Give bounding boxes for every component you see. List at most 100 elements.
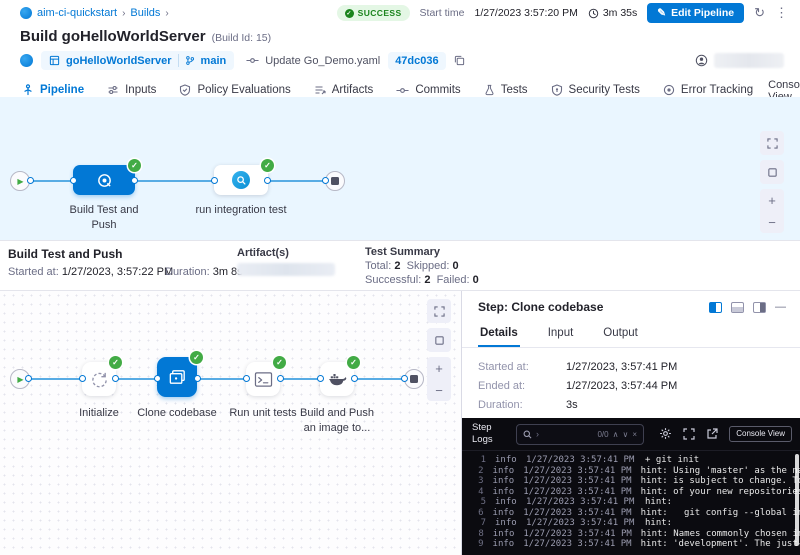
zoom-out-button[interactable]: −	[760, 211, 784, 233]
detail-label: Ended at:	[478, 377, 566, 396]
edge-dot	[264, 177, 271, 184]
detail-row: Ended at: 1/27/2023, 3:57:44 PM	[478, 377, 784, 396]
fullscreen-icon[interactable]	[760, 131, 784, 155]
fit-to-screen-icon[interactable]	[760, 160, 784, 184]
success-check-icon: ✓	[128, 159, 141, 172]
duration-label: Duration:	[165, 266, 210, 278]
edge-dot	[70, 177, 77, 184]
fullscreen-icon[interactable]	[427, 299, 451, 323]
test-summary: Test Summary Total: 2 Skipped: 0 Success…	[365, 245, 479, 287]
refresh-icon[interactable]: ↻	[754, 5, 765, 21]
commits-icon	[396, 86, 409, 95]
step-graph-canvas[interactable]: ▶ ✓ ✓ ✓	[0, 291, 462, 555]
user-name-redacted	[714, 53, 784, 68]
search-prompt: ›	[536, 429, 539, 439]
edge-dot	[27, 177, 34, 184]
tab-output[interactable]: Output	[601, 320, 640, 347]
failed-value: 0	[473, 274, 479, 286]
edge	[197, 378, 248, 380]
success-check-icon: ✓	[347, 356, 360, 369]
stop-icon	[331, 177, 339, 185]
log-lines[interactable]: 1info1/27/2023 3:57:41 PM+ git init 2inf…	[462, 451, 800, 550]
edge-dot	[131, 177, 138, 184]
started-at-value: 1/27/2023, 3:57:22 PM	[62, 266, 173, 278]
log-line: 9info1/27/2023 3:57:41 PMhint: 'developm…	[476, 539, 800, 550]
step-node-clone-codebase[interactable]: ✓	[157, 357, 197, 397]
log-line: 3info1/27/2023 3:57:41 PMhint: is subjec…	[476, 476, 800, 487]
console-view-button[interactable]: Console View	[729, 426, 792, 442]
tab-label: Pipeline	[40, 84, 84, 96]
started-at-label: Started at:	[8, 266, 59, 278]
console-title: Step Logs	[472, 422, 508, 446]
fullscreen-icon[interactable]	[683, 428, 695, 440]
zoom-in-button[interactable]: +	[760, 189, 784, 211]
tab-label: Inputs	[125, 84, 156, 96]
edge-dot	[322, 177, 329, 184]
breadcrumb-project[interactable]: aim-ci-quickstart	[37, 7, 117, 19]
step-node-initialize[interactable]: ✓	[82, 362, 116, 396]
log-line: 2info1/27/2023 3:57:41 PMhint: Using 'ma…	[476, 466, 800, 477]
zoom-in-button[interactable]: +	[427, 357, 451, 379]
policy-evaluations-icon	[179, 84, 191, 96]
stage-node-run-integration-test[interactable]: ✓	[214, 165, 268, 195]
commit-message-text: Update Go_Demo.yaml	[265, 55, 380, 67]
console-header: Step Logs › 0/0 ∧ ∨ ×	[462, 418, 800, 451]
search-result-count: 0/0	[597, 430, 608, 439]
breadcrumb-builds[interactable]: Builds	[130, 7, 160, 19]
search-prev-icon[interactable]: ∧	[613, 430, 619, 439]
edge	[280, 378, 322, 380]
harness-logo-icon	[20, 7, 32, 19]
build-duration: 3m 35s	[588, 7, 637, 19]
edge-dot	[154, 375, 161, 382]
successful-value: 2	[424, 274, 430, 286]
edge-dot	[317, 375, 324, 382]
commit-hash-chip[interactable]: 47dc036	[388, 52, 445, 70]
stop-icon	[410, 375, 418, 383]
log-line: 7info1/27/2023 3:57:41 PMhint:	[476, 518, 800, 529]
detail-row: Duration: 3s	[478, 396, 784, 415]
layout-bottom-icon[interactable]	[731, 302, 744, 313]
git-branch-icon	[185, 55, 195, 66]
status-badge: ✓ SUCCESS	[337, 5, 410, 21]
success-check-icon: ✓	[261, 159, 274, 172]
detail-value: 1/27/2023, 3:57:41 PM	[566, 358, 677, 377]
chevron-right-icon: ›	[122, 8, 125, 19]
build-id: (Build Id: 15)	[212, 32, 272, 44]
log-line: 6info1/27/2023 3:57:41 PMhint: git confi…	[476, 508, 800, 519]
step-node-run-unit-tests[interactable]: ✓	[246, 362, 280, 396]
open-in-new-icon[interactable]	[706, 428, 718, 440]
stage-graph-canvas[interactable]: ▶ ✓ ✓ Build Test and Push run integratio…	[0, 97, 800, 240]
layout-split-left-icon[interactable]	[709, 302, 722, 313]
search-next-icon[interactable]: ∨	[622, 430, 628, 439]
tests-icon	[484, 84, 495, 96]
divider	[178, 54, 179, 67]
breadcrumb: aim-ci-quickstart › Builds ›	[20, 7, 169, 19]
tab-details[interactable]: Details	[478, 320, 520, 347]
page-title: Build goHelloWorldServer	[20, 28, 206, 45]
step-node-build-and-push[interactable]: ✓	[320, 362, 354, 396]
edge-dot	[351, 375, 358, 382]
copy-icon[interactable]	[454, 55, 465, 66]
stage-node-build-test-and-push[interactable]: ✓	[73, 165, 135, 195]
skipped-label: Skipped:	[407, 260, 450, 272]
settings-gear-icon[interactable]	[659, 427, 672, 440]
failed-label: Failed:	[437, 274, 470, 286]
layout-right-icon[interactable]	[753, 302, 766, 313]
clock-icon	[588, 8, 599, 19]
search-close-icon[interactable]: ×	[632, 430, 637, 439]
edge-dot	[25, 375, 32, 382]
repo-branch-chip[interactable]: goHelloWorldServer main	[41, 51, 234, 70]
edit-pipeline-button[interactable]: ✎ Edit Pipeline	[647, 3, 744, 23]
tab-label: Commits	[415, 84, 460, 96]
minimize-icon[interactable]: —	[775, 301, 786, 313]
kebab-menu-icon[interactable]: ⋮	[775, 5, 788, 21]
zoom-out-button[interactable]: −	[427, 379, 451, 401]
console-scrollbar[interactable]	[795, 454, 799, 546]
tab-input[interactable]: Input	[546, 320, 576, 347]
artifact-link-redacted[interactable]	[237, 263, 335, 276]
top-header: aim-ci-quickstart › Builds › ✓ SUCCESS S…	[0, 0, 800, 26]
step-label: Build and Push an image to...	[294, 406, 380, 436]
log-search-input[interactable]: › 0/0 ∧ ∨ ×	[516, 424, 644, 445]
fit-to-screen-icon[interactable]	[427, 328, 451, 352]
edit-pipeline-label: Edit Pipeline	[671, 7, 734, 19]
